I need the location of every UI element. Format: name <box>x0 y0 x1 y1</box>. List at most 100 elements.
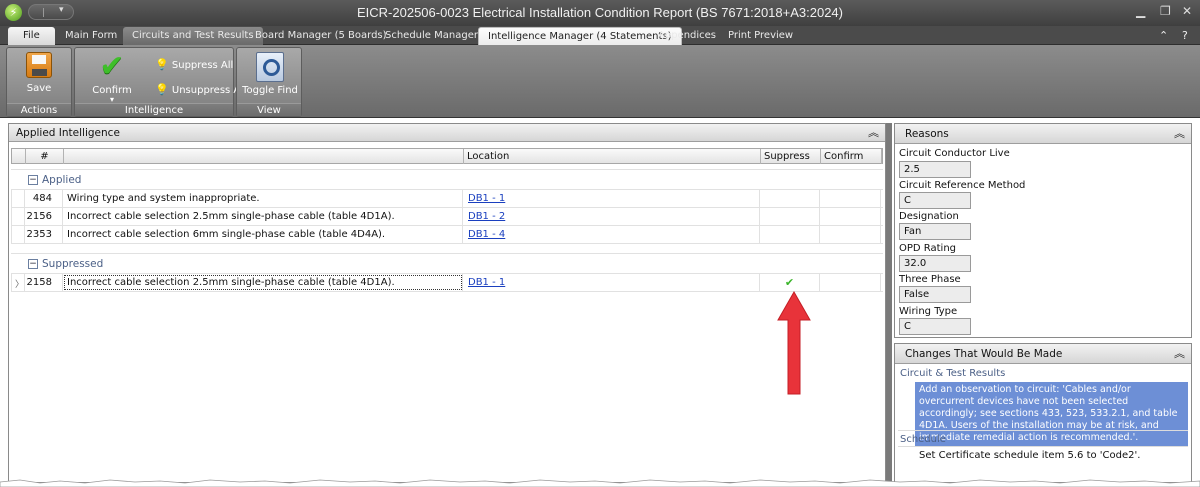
collapse-group-icon[interactable]: − <box>28 175 38 185</box>
row-description: Incorrect cable selection 2.5mm single-p… <box>63 208 463 225</box>
changes-panel: Changes That Would Be Made ︽ Circuit & T… <box>894 343 1192 483</box>
table-row[interactable]: 2156 Incorrect cable selection 2.5mm sin… <box>11 208 883 226</box>
row-number: 2158 <box>25 274 63 291</box>
suppress-cell[interactable] <box>760 190 820 207</box>
row-description: Wiring type and system inappropriate. <box>63 190 463 207</box>
tab-main-form[interactable]: Main Form <box>56 27 126 45</box>
column-header-confirm[interactable]: Confirm <box>821 149 882 164</box>
applied-intelligence-panel: Applied Intelligence ︽ # Location Suppre… <box>8 123 886 483</box>
tab-board-manager[interactable]: Board Manager (5 Boards) <box>246 27 396 45</box>
wiring-type-field: C <box>899 318 971 335</box>
three-phase-field: False <box>899 286 971 303</box>
opd-rating-field: 32.0 <box>899 255 971 272</box>
confirm-cell[interactable] <box>820 190 881 207</box>
collapse-panel-icon[interactable]: ︽ <box>1174 124 1185 144</box>
current-row-icon: 〉 <box>15 280 25 290</box>
tab-file[interactable]: File <box>8 27 55 45</box>
restore-button[interactable]: ❐ <box>1160 4 1171 18</box>
change-section-label: Schedule <box>900 434 946 445</box>
collapse-group-icon[interactable]: − <box>28 259 38 269</box>
circuit-reference-method-field: C <box>899 192 971 209</box>
title-bar: ⚡ ▾ EICR-202506-0023 Electrical Installa… <box>0 0 1200 26</box>
toggle-find-label: Toggle Find <box>242 85 298 96</box>
confirm-cell[interactable] <box>820 226 881 243</box>
lightbulb-icon: 💡 <box>155 58 169 71</box>
confirm-cell[interactable] <box>820 274 881 291</box>
ribbon-group-actions: Save Actions <box>6 47 72 117</box>
confirm-button[interactable]: ✔ Confirm ▾ <box>83 52 141 104</box>
suppress-cell[interactable]: ✔ <box>760 274 820 291</box>
tab-schedule-manager[interactable]: Schedule Manager <box>376 27 487 45</box>
field-label: Circuit Reference Method <box>899 180 1026 191</box>
unsuppress-all-label: Unsuppress All <box>171 85 246 96</box>
tab-circuits-and-test-results[interactable]: Circuits and Test Results <box>123 27 263 45</box>
unsuppress-all-button[interactable]: 💡 Unsuppress All <box>155 83 246 96</box>
circuit-conductor-live-field: 2.5 <box>899 161 971 178</box>
suppress-cell[interactable] <box>760 226 820 243</box>
close-button[interactable]: ✕ <box>1182 4 1192 18</box>
table-row[interactable]: 484 Wiring type and system inappropriate… <box>11 190 883 208</box>
designation-field: Fan <box>899 223 971 240</box>
save-button-label: Save <box>26 83 52 94</box>
group-label: Applied <box>42 174 82 186</box>
window-title: EICR-202506-0023 Electrical Installation… <box>357 5 843 20</box>
collapse-ribbon-icon[interactable]: ⌃ <box>1159 29 1168 42</box>
divider <box>898 446 1188 447</box>
table-row[interactable]: 〉 2158 Incorrect cable selection 2.5mm s… <box>11 274 883 292</box>
ribbon-group-label-actions: Actions <box>7 103 71 116</box>
location-link[interactable]: DB1 - 4 <box>468 229 505 240</box>
ribbon-tab-bar: File Main Form Circuits and Test Results… <box>0 26 1200 45</box>
tab-appendices[interactable]: Appendices <box>649 27 725 45</box>
ribbon-group-intelligence: ✔ Confirm ▾ 💡 Suppress All 💡 Unsuppress … <box>74 47 246 117</box>
change-item-selected[interactable]: Add an observation to circuit: 'Cables a… <box>915 382 1188 446</box>
group-row-suppressed[interactable]: − Suppressed <box>11 254 883 274</box>
divider <box>898 430 1188 431</box>
table-row[interactable]: 2353 Incorrect cable selection 6mm singl… <box>11 226 883 244</box>
change-item[interactable]: Set Certificate schedule item 5.6 to 'Co… <box>919 450 1140 461</box>
column-header-description[interactable] <box>64 149 464 164</box>
row-selector[interactable] <box>11 190 25 207</box>
save-button[interactable]: Save <box>17 52 61 94</box>
panel-title: Applied Intelligence <box>16 127 120 139</box>
reasons-panel: Reasons ︽ Circuit Conductor Live 2.5 Cir… <box>894 123 1192 338</box>
minimize-button[interactable]: ▁ <box>1136 4 1145 18</box>
floppy-disk-icon <box>26 52 52 78</box>
suppress-all-button[interactable]: 💡 Suppress All <box>155 58 233 71</box>
field-label: OPD Rating <box>899 243 957 254</box>
grid-header: # Location Suppress Confirm <box>11 148 883 164</box>
row-selector-header <box>12 149 26 164</box>
location-link[interactable]: DB1 - 1 <box>468 277 505 288</box>
row-selector[interactable] <box>11 208 25 225</box>
column-header-number[interactable]: # <box>26 149 64 164</box>
location-link[interactable]: DB1 - 1 <box>468 193 505 204</box>
panel-title: Changes That Would Be Made <box>905 348 1063 360</box>
row-selector[interactable] <box>11 226 25 243</box>
change-section-label: Circuit & Test Results <box>900 368 1006 379</box>
confirm-cell[interactable] <box>820 208 881 225</box>
torn-edge-decoration <box>0 479 1200 487</box>
suppress-cell[interactable] <box>760 208 820 225</box>
row-selector[interactable]: 〉 <box>11 274 25 291</box>
collapse-panel-icon[interactable]: ︽ <box>1174 344 1185 364</box>
field-label: Circuit Conductor Live <box>899 148 1010 159</box>
row-number: 2156 <box>25 208 63 225</box>
column-header-location[interactable]: Location <box>464 149 761 164</box>
ribbon-group-label-intelligence: Intelligence <box>75 103 233 116</box>
location-link[interactable]: DB1 - 2 <box>468 211 505 222</box>
group-spacer <box>11 244 883 254</box>
lightbulb-icon: 💡 <box>155 83 169 96</box>
column-header-suppress[interactable]: Suppress <box>761 149 821 164</box>
group-row-applied[interactable]: − Applied <box>11 170 883 190</box>
row-number: 2353 <box>25 226 63 243</box>
panel-header: Changes That Would Be Made ︽ <box>895 344 1191 364</box>
toggle-find-button[interactable]: Toggle Find <box>241 52 299 96</box>
splitter-bar[interactable] <box>886 123 892 483</box>
help-icon[interactable]: ? <box>1182 29 1188 42</box>
checkmark-icon: ✔ <box>784 276 795 289</box>
magnifier-icon <box>256 52 284 82</box>
collapse-panel-icon[interactable]: ︽ <box>868 124 879 142</box>
panel-title: Reasons <box>905 128 949 140</box>
row-description: Incorrect cable selection 6mm single-pha… <box>63 226 463 243</box>
tab-print-preview[interactable]: Print Preview <box>719 27 802 45</box>
field-label: Designation <box>899 211 959 222</box>
